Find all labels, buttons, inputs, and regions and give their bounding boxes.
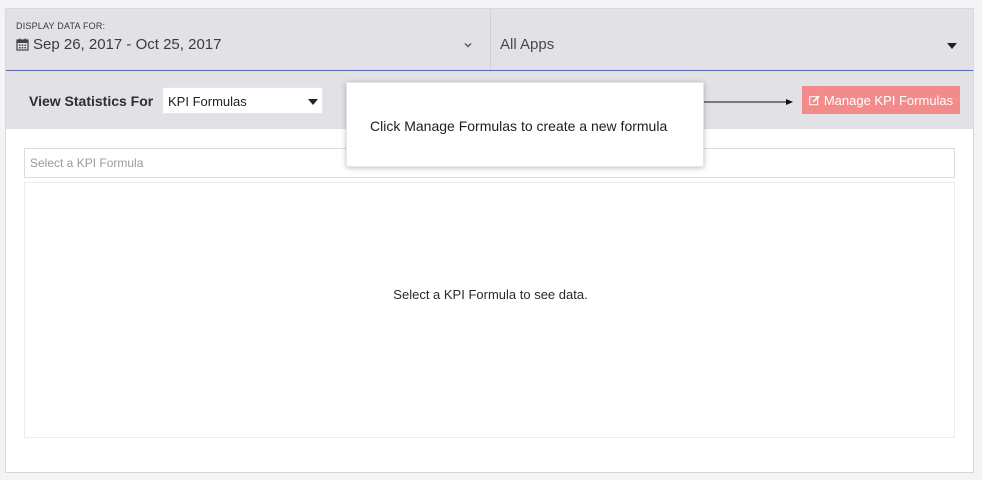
statistics-type-value: KPI Formulas [168,94,247,109]
manage-kpi-formulas-label: Manage KPI Formulas [823,92,954,108]
manage-kpi-formulas-button[interactable]: Manage KPI Formulas [802,86,960,114]
edit-icon [809,94,820,105]
data-panel: Select a KPI Formula to see data. [24,182,955,438]
caret-down-icon[interactable] [947,43,957,49]
apps-dropdown[interactable]: All Apps [492,9,973,70]
arrow-right-icon [704,99,793,105]
filter-bar: DISPLAY DATA FOR: Sep 26, 2017 - Oct 25,… [6,9,973,71]
date-caption: DISPLAY DATA FOR: [16,21,106,31]
tooltip-text: Click Manage Formulas to create a new fo… [370,118,668,134]
statistics-type-select[interactable]: KPI Formulas [162,87,323,114]
date-range-text: Sep 26, 2017 - Oct 25, 2017 [33,36,222,53]
empty-state-message: Select a KPI Formula to see data. [393,287,588,302]
apps-dropdown-value: All Apps [500,36,555,53]
calendar-icon [16,38,29,51]
dashboard-frame: DISPLAY DATA FOR: Sep 26, 2017 - Oct 25,… [5,8,974,473]
date-range-value: Sep 26, 2017 - Oct 25, 2017 [16,36,221,53]
chevron-down-icon[interactable] [462,39,474,51]
view-statistics-label: View Statistics For [29,93,154,109]
date-range-picker[interactable]: DISPLAY DATA FOR: Sep 26, 2017 - Oct 25,… [6,9,491,70]
onboarding-tooltip: Click Manage Formulas to create a new fo… [346,82,704,167]
caret-down-icon[interactable] [308,99,318,105]
